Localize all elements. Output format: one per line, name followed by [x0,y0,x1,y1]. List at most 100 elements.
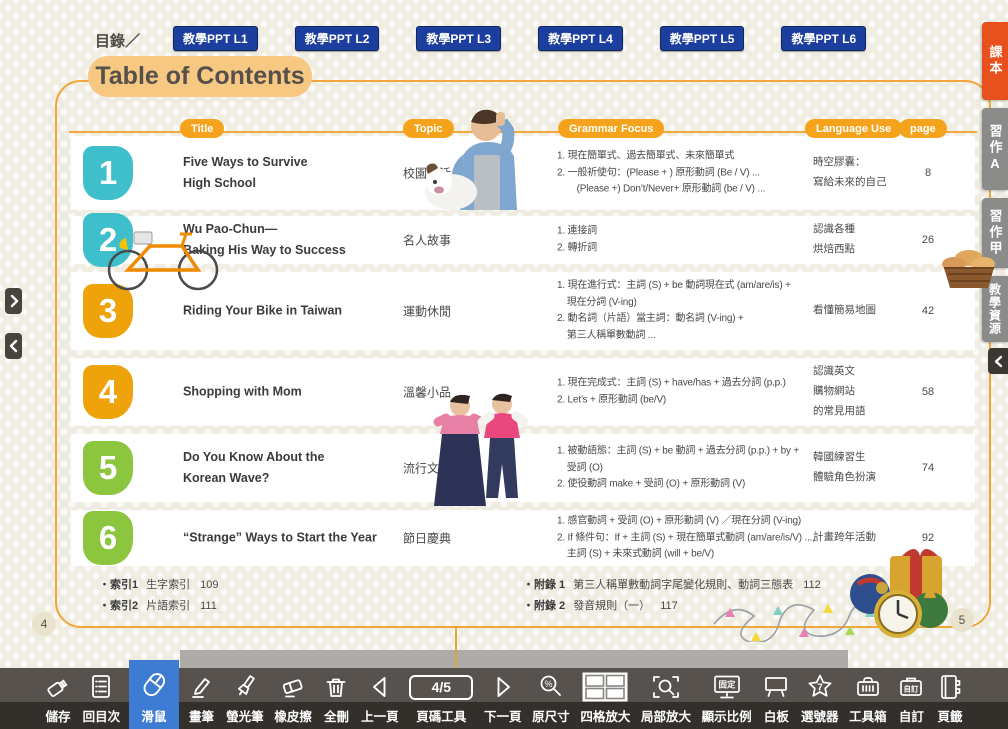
save-button[interactable]: 儲存 [42,668,74,729]
unit-topic: 運動休閒 [403,303,495,320]
column-header-page: page [899,119,947,138]
zoom-percent-icon: % [537,672,565,702]
mouse-tool-button[interactable]: 滑鼠 [129,660,179,729]
page-tab-icon [936,672,964,702]
column-header-title: Title [180,119,224,138]
ppt-l1-button[interactable]: 教學PPT L1 [173,26,258,51]
original-size-button[interactable]: % 原尺寸 [530,668,572,729]
column-header-grammar: Grammar Focus [558,119,664,138]
table-row-unit5[interactable]: 5 Do You Know About the Korean Wave? 流行文… [71,434,975,502]
unit-page-number: 26 [909,234,947,246]
expand-left-panel-button[interactable] [5,288,22,314]
prev-page-edge-button[interactable] [5,333,22,359]
appendix-page: 112 [803,579,821,591]
four-grid-icon [582,672,628,702]
toc-content-frame: Title Topic Grammar Focus Language Use p… [55,80,991,628]
unit-number-badge: 2 [83,213,133,267]
unit-number-badge: 5 [83,441,133,495]
column-header-language-use: Language Use [805,119,902,138]
delete-all-button[interactable]: 全刪 [320,668,352,729]
display-ratio-icon: 固定 [712,672,742,702]
pen-tool-button[interactable]: 畫筆 [185,668,217,729]
unit-topic: 校園生活 [403,165,495,182]
number-picker-button[interactable]: 7 選號器 [799,668,841,729]
collapse-tabs-button[interactable] [988,348,1008,374]
index-page: 109 [200,579,218,591]
unit-grammar-focus: 1. 現在完成式：主詞 (S) + have/has + 過去分詞 (p.p.)… [557,376,829,409]
unit-page-number: 92 [909,532,947,544]
partial-zoom-icon [651,672,681,702]
toc-list-icon [87,672,115,702]
unit-number-badge: 4 [83,365,133,419]
ppt-l6-button[interactable]: 教學PPT L6 [781,26,866,51]
next-page-button[interactable]: 下一頁 [482,668,524,729]
mouse-icon [139,670,169,700]
table-row-unit1[interactable]: 1 Five Ways to Survive High School 校園生活 … [71,136,975,210]
unit-topic: 名人故事 [403,232,495,249]
appendix-page: 117 [660,600,678,612]
svg-text:固定: 固定 [718,680,736,690]
prev-page-icon [367,672,393,702]
toolbox-button[interactable]: 工具箱 [847,668,889,729]
unit-page-number: 42 [909,305,947,317]
tab-textbook[interactable]: 課本 [982,22,1008,100]
four-grid-zoom-button[interactable]: 四格放大 [578,668,632,729]
unit-page-number: 58 [909,386,947,398]
index-entry-2[interactable]: ・索引2片語索引111 [99,597,217,613]
custom-toolbox-icon: 自訂 [897,672,925,702]
page-indicator[interactable]: 4/5 [409,675,473,700]
prev-page-button[interactable]: 上一頁 [359,668,401,729]
appendix-text: 發音規則（一） [573,600,650,612]
eraser-tool-button[interactable]: 橡皮擦 [272,668,314,729]
tab-workbook-a[interactable]: 習作A [982,108,1008,190]
partial-zoom-button[interactable]: 局部放大 [639,668,693,729]
book-spine-line [455,626,457,668]
display-ratio-button[interactable]: 固定 顯示比例 [700,668,754,729]
table-row-unit3[interactable]: 3 Riding Your Bike in Taiwan 運動休閒 1. 現在進… [71,272,975,350]
unit-grammar-focus: 1. 現在簡單式、過去簡單式、未來簡單式 2. 一般祈使句：(Please + … [557,148,829,198]
index-entry-1[interactable]: ・索引1生字索引109 [99,576,218,592]
page-tabs-button[interactable]: 頁籤 [934,668,966,729]
whiteboard-icon [762,672,790,702]
unit-topic: 節日慶典 [403,530,495,547]
index-text: 生字索引 [146,579,190,591]
page-bottom-shadow [180,650,848,668]
unit-title: Shopping with Mom [183,381,388,402]
appendix-entry-1[interactable]: ・附錄 1第三人稱單數動詞字尾變化規則、動詞三態表112 [523,576,821,592]
pen-icon [187,672,215,702]
unit-language-use: 韓國練習生 體驗角色扮演 [813,448,907,488]
back-to-toc-button[interactable]: 回目次 [81,668,123,729]
chevron-right-icon [9,294,19,308]
unit-grammar-focus: 1. 連接詞 2. 轉折詞 [557,224,829,257]
unit-title: “Strange” Ways to Start the Year [183,527,388,548]
next-page-icon [490,672,516,702]
ppt-l4-button[interactable]: 教學PPT L4 [538,26,623,51]
unit-title: Do You Know About the Korean Wave? [183,447,388,490]
table-row-unit2[interactable]: 2 Wu Pao-Chun— Baking His Way to Success… [71,216,975,264]
table-row-unit4[interactable]: 4 Shopping with Mom 溫馨小品 1. 現在完成式：主詞 (S)… [71,358,975,426]
unit-topic: 流行文化 [403,460,495,477]
unit-number-badge: 6 [83,511,133,565]
highlighter-tool-button[interactable]: 螢光筆 [224,668,266,729]
unit-grammar-focus: 1. 感官動詞 + 受詞 (O) + 原形動詞 (V) ／現在分詞 (V-ing… [557,513,829,563]
appendix-entry-2[interactable]: ・附錄 2發音規則（一）117 [523,597,678,613]
ppt-l5-button[interactable]: 教學PPT L5 [660,26,745,51]
ppt-l3-button[interactable]: 教學PPT L3 [416,26,501,51]
unit-title: Wu Pao-Chun— Baking His Way to Success [183,219,388,262]
page-number-tool[interactable]: 4/5 頁碼工具 [407,668,475,729]
tab-teaching-resources[interactable]: 教學資源 [982,276,1008,342]
bottom-toolbar: 儲存 回目次 滑鼠 [0,668,1008,729]
unit-title: Riding Your Bike in Taiwan [183,300,388,321]
appendix-label: ・附錄 1 [523,579,565,591]
unit-language-use: 認識各種 烘焙西點 [813,220,907,260]
chevron-left-icon [994,355,1003,368]
unit-number-badge: 1 [83,146,133,200]
custom-toolbox-button[interactable]: 自訂 自訂 [895,668,927,729]
tab-workbook-jia[interactable]: 習作甲 [982,198,1008,268]
highlighter-icon [231,672,259,702]
ppt-l2-button[interactable]: 教學PPT L2 [295,26,380,51]
page-title: Table of Contents [88,56,312,97]
usb-icon [44,672,72,702]
whiteboard-button[interactable]: 白板 [760,668,792,729]
table-row-unit6[interactable]: 6 “Strange” Ways to Start the Year 節日慶典 … [71,510,975,566]
